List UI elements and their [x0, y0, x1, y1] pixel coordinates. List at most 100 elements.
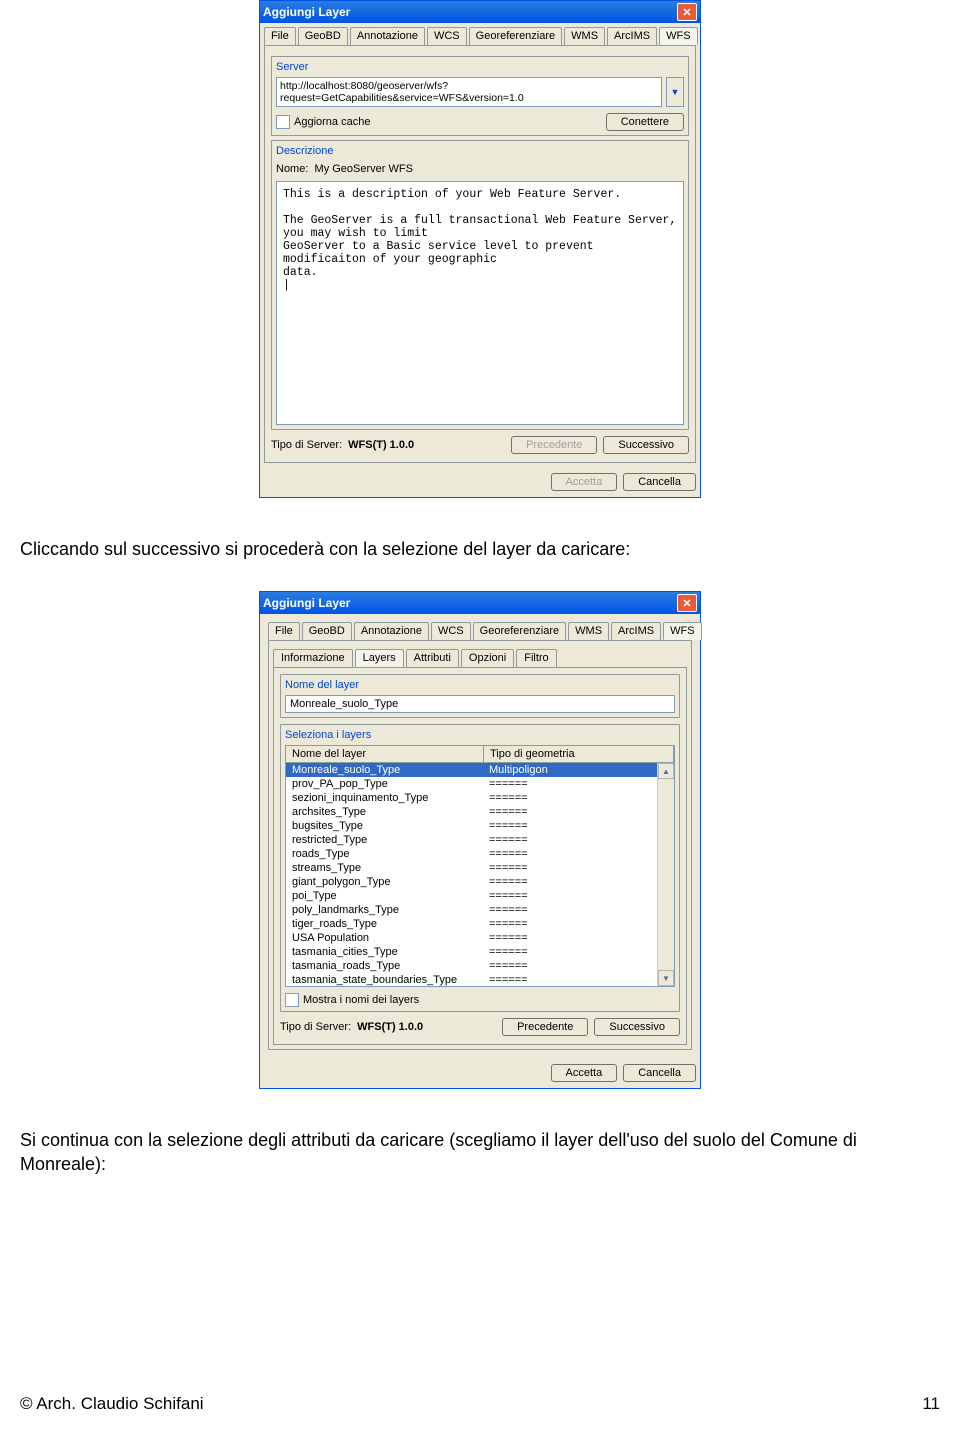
- chevron-down-icon[interactable]: ▼: [666, 77, 684, 107]
- geom-type-cell: ======: [483, 931, 674, 945]
- table-row[interactable]: tasmania_cities_Type======: [286, 945, 674, 959]
- tab-wfs[interactable]: WFS: [659, 27, 697, 45]
- add-layer-dialog: Aggiungi Layer ✕ File GeoBD Annotazione …: [259, 0, 701, 498]
- layer-name-cell: restricted_Type: [286, 833, 483, 847]
- layer-name-cell: tiger_roads_Type: [286, 917, 483, 931]
- table-row[interactable]: streams_Type======: [286, 861, 674, 875]
- col-layer-name[interactable]: Nome del layer: [286, 746, 484, 762]
- col-geom-type[interactable]: Tipo di geometria: [484, 746, 674, 762]
- tab-georef[interactable]: Georeferenziare: [473, 622, 567, 640]
- layer-name-cell: tasmania_state_boundaries_Type: [286, 973, 483, 987]
- show-names-label: Mostra i nomi dei layers: [303, 994, 419, 1006]
- tab-file[interactable]: File: [264, 27, 296, 45]
- close-icon[interactable]: ✕: [677, 3, 697, 21]
- subtab-layers[interactable]: Layers: [355, 649, 404, 667]
- server-type-value: WFS(T) 1.0.0: [348, 439, 511, 451]
- tab-row: File GeoBD Annotazione WCS Georeferenzia…: [268, 622, 692, 640]
- show-names-checkbox[interactable]: Mostra i nomi dei layers: [285, 993, 675, 1007]
- tab-annotazione[interactable]: Annotazione: [354, 622, 429, 640]
- tab-georef[interactable]: Georeferenziare: [469, 27, 563, 45]
- paragraph-2: Si continua con la selezione degli attri…: [0, 1129, 960, 1176]
- wfs-panel: Server http://localhost:8080/geoserver/w…: [264, 45, 696, 463]
- add-layer-dialog-2: Aggiungi Layer ✕ File GeoBD Annotazione …: [259, 591, 701, 1089]
- table-row[interactable]: tasmania_roads_Type======: [286, 959, 674, 973]
- table-row[interactable]: restricted_Type======: [286, 833, 674, 847]
- layer-name-input[interactable]: Monreale_suolo_Type: [285, 695, 675, 713]
- name-value: My GeoServer WFS: [315, 163, 413, 175]
- scrollbar[interactable]: ▲ ▼: [657, 763, 674, 986]
- tab-wfs[interactable]: WFS: [663, 622, 701, 640]
- tab-file[interactable]: File: [268, 622, 300, 640]
- checkbox-icon[interactable]: [285, 993, 299, 1007]
- table-row[interactable]: tasmania_state_boundaries_Type======: [286, 973, 674, 987]
- table-row[interactable]: archsites_Type======: [286, 805, 674, 819]
- subtab-attributi[interactable]: Attributi: [406, 649, 459, 667]
- server-fieldset: Server http://localhost:8080/geoserver/w…: [271, 56, 689, 136]
- layer-name-cell: USA Population: [286, 931, 483, 945]
- geom-type-cell: ======: [483, 819, 674, 833]
- subtab-informazione[interactable]: Informazione: [273, 649, 353, 667]
- tab-wms[interactable]: WMS: [568, 622, 609, 640]
- previous-button[interactable]: Precedente: [502, 1018, 588, 1036]
- table-row[interactable]: poly_landmarks_Type======: [286, 903, 674, 917]
- geom-type-cell: ======: [483, 861, 674, 875]
- cancel-button[interactable]: Cancella: [623, 473, 696, 491]
- description-text[interactable]: This is a description of your Web Featur…: [276, 181, 684, 425]
- table-row[interactable]: sezioni_inquinamento_Type======: [286, 791, 674, 805]
- chevron-up-icon[interactable]: ▲: [658, 763, 674, 779]
- name-label: Nome:: [276, 163, 308, 175]
- layer-name-cell: prov_PA_pop_Type: [286, 777, 483, 791]
- cancel-button[interactable]: Cancella: [623, 1064, 696, 1082]
- subtab-filtro[interactable]: Filtro: [516, 649, 556, 667]
- chevron-down-icon[interactable]: ▼: [658, 970, 674, 986]
- tab-arcims[interactable]: ArcIMS: [611, 622, 661, 640]
- dialog-footer: Accetta Cancella: [260, 467, 700, 497]
- footer-author: © Arch. Claudio Schifani: [20, 1394, 204, 1414]
- description-legend: Descrizione: [276, 145, 684, 157]
- tab-wcs[interactable]: WCS: [431, 622, 471, 640]
- geom-type-cell: ======: [483, 833, 674, 847]
- next-button[interactable]: Successivo: [594, 1018, 680, 1036]
- table-row[interactable]: USA Population======: [286, 931, 674, 945]
- table-row[interactable]: Monreale_suolo_TypeMultipoligon: [286, 763, 674, 777]
- table-row[interactable]: giant_polygon_Type======: [286, 875, 674, 889]
- table-row[interactable]: roads_Type======: [286, 847, 674, 861]
- url-input[interactable]: http://localhost:8080/geoserver/wfs?requ…: [276, 77, 662, 107]
- table-row[interactable]: poi_Type======: [286, 889, 674, 903]
- geom-type-cell: Multipoligon: [483, 763, 674, 777]
- tab-annotazione[interactable]: Annotazione: [350, 27, 425, 45]
- layer-name-cell: poi_Type: [286, 889, 483, 903]
- next-button[interactable]: Successivo: [603, 436, 689, 454]
- dialog-title: Aggiungi Layer: [263, 5, 350, 19]
- refresh-cache-checkbox[interactable]: Aggiorna cache: [276, 115, 370, 129]
- layer-name-cell: bugsites_Type: [286, 819, 483, 833]
- wfs-panel: Informazione Layers Attributi Opzioni Fi…: [268, 640, 692, 1050]
- page-footer: © Arch. Claudio Schifani 11: [20, 1394, 940, 1414]
- table-row[interactable]: prov_PA_pop_Type======: [286, 777, 674, 791]
- server-type-label: Tipo di Server:: [280, 1021, 351, 1033]
- accept-button: Accetta: [551, 473, 618, 491]
- table-row[interactable]: bugsites_Type======: [286, 819, 674, 833]
- dialog-titlebar: Aggiungi Layer ✕: [260, 592, 700, 614]
- layers-table[interactable]: Nome del layer Tipo di geometria Monreal…: [285, 745, 675, 987]
- close-icon[interactable]: ✕: [677, 594, 697, 612]
- geom-type-cell: ======: [483, 973, 674, 987]
- layer-name-cell: roads_Type: [286, 847, 483, 861]
- layer-name-cell: poly_landmarks_Type: [286, 903, 483, 917]
- geom-type-cell: ======: [483, 847, 674, 861]
- tab-geobd[interactable]: GeoBD: [298, 27, 348, 45]
- geom-type-cell: ======: [483, 945, 674, 959]
- tab-wcs[interactable]: WCS: [427, 27, 467, 45]
- tab-arcims[interactable]: ArcIMS: [607, 27, 657, 45]
- layer-name-legend: Nome del layer: [285, 679, 675, 691]
- geom-type-cell: ======: [483, 791, 674, 805]
- connect-button[interactable]: Conettere: [606, 113, 684, 131]
- table-row[interactable]: tiger_roads_Type======: [286, 917, 674, 931]
- subtab-opzioni[interactable]: Opzioni: [461, 649, 514, 667]
- checkbox-icon[interactable]: [276, 115, 290, 129]
- tab-geobd[interactable]: GeoBD: [302, 622, 352, 640]
- layer-name-cell: sezioni_inquinamento_Type: [286, 791, 483, 805]
- accept-button[interactable]: Accetta: [551, 1064, 618, 1082]
- description-fieldset: Descrizione Nome: My GeoServer WFS This …: [271, 140, 689, 430]
- tab-wms[interactable]: WMS: [564, 27, 605, 45]
